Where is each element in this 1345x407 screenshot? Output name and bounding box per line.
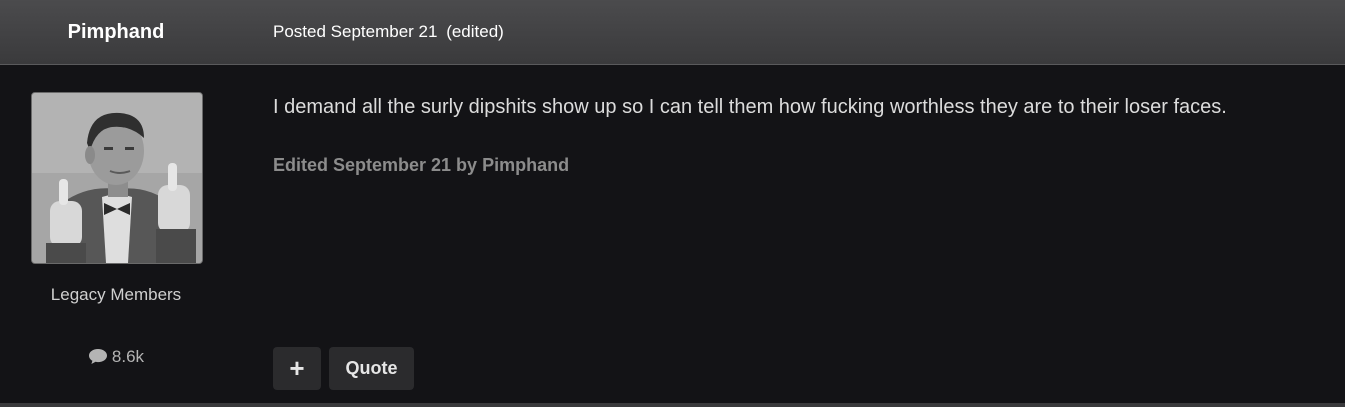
forum-post: Pimphand Posted September 21 (edited) Le…	[0, 0, 1345, 407]
comment-icon	[88, 348, 108, 371]
author-name-link[interactable]: Pimphand	[0, 19, 232, 45]
post-count: 8.6k	[0, 346, 232, 371]
avatar[interactable]	[31, 92, 203, 264]
post-divider	[0, 403, 1345, 407]
edit-note: Edited September 21 by Pimphand	[273, 155, 570, 175]
edited-marker: (edited)	[446, 22, 504, 41]
posted-date-text: Posted September 21	[273, 22, 438, 41]
post-body-text: I demand all the surly dipshits show up …	[273, 96, 1227, 118]
post-count-value: 8.6k	[111, 347, 145, 366]
author-panel: Legacy Members 8.6k	[0, 65, 232, 403]
add-reaction-button[interactable]: +	[273, 347, 321, 390]
user-group-label: Legacy Members	[50, 285, 182, 304]
avatar-image	[32, 93, 202, 263]
post-date: Posted September 21 (edited)	[273, 21, 504, 43]
post-header: Pimphand Posted September 21 (edited)	[0, 0, 1345, 65]
quote-button[interactable]: Quote	[329, 347, 414, 390]
